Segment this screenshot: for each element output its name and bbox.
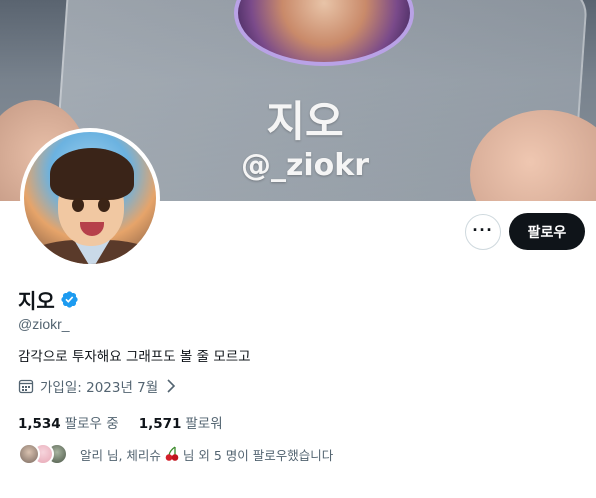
followers-count: 1,571	[138, 416, 182, 432]
avatar-hair	[50, 148, 134, 200]
joined-date-text: 가입일: 2023년 7월	[40, 380, 159, 396]
following-stat[interactable]: 1,534 팔로우 중	[18, 412, 119, 432]
more-dots-icon: ···	[472, 220, 494, 240]
follow-stats: 1,534 팔로우 중 1,571 팔로워	[18, 412, 243, 432]
followed-by-text-before: 알리 님, 체리슈	[80, 447, 161, 463]
followed-by-text-after: 님 외 5 명이 팔로우했습니다	[182, 447, 334, 463]
name-row: 지오	[18, 285, 79, 314]
followed-by-text: 알리 님, 체리슈 님 외 5 명이 팔로우했습니다	[80, 445, 333, 464]
following-count: 1,534	[18, 416, 61, 432]
display-name: 지오	[18, 289, 55, 313]
followers-label: 팔로워	[185, 416, 223, 432]
profile-bio: 감각으로 투자해요 그래프도 볼 줄 모르고	[18, 349, 251, 365]
following-label: 팔로우 중	[64, 416, 119, 432]
chevron-right-icon	[167, 379, 176, 393]
cherry-icon	[165, 446, 179, 461]
followers-stat[interactable]: 1,571 팔로워	[139, 412, 223, 432]
profile-avatar[interactable]	[20, 128, 160, 268]
avatar-eye-right	[98, 198, 110, 212]
followers-you-know[interactable]: 알리 님, 체리슈 님 외 5 명이 팔로우했습니다	[18, 441, 333, 467]
verified-badge-icon[interactable]	[60, 290, 79, 309]
profile-handle: @ziokr_	[18, 316, 70, 332]
mini-avatar	[18, 443, 40, 465]
avatar-eye-left	[72, 198, 84, 212]
joined-date-row[interactable]: 가입일: 2023년 7월	[18, 376, 176, 396]
followed-by-avatars	[18, 441, 72, 467]
calendar-icon	[18, 379, 34, 394]
more-options-button[interactable]: ···	[465, 214, 501, 250]
follow-button[interactable]: 팔로우	[509, 213, 585, 250]
